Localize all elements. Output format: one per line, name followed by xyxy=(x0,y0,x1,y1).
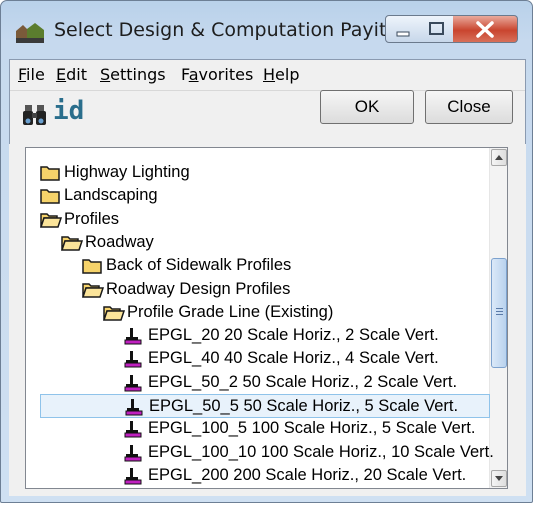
tree-node-label: EPGL_100_10 100 Scale Horiz., 10 Scale V… xyxy=(148,442,494,461)
grip-icon xyxy=(496,308,503,315)
menu-edit[interactable]: Edit xyxy=(56,65,87,84)
dialog-client: File Edit Settings Favorites Help id OK … xyxy=(9,59,526,496)
tree-node-label: Landscaping xyxy=(64,186,158,205)
maximize-button[interactable] xyxy=(420,15,454,43)
binoculars-icon[interactable] xyxy=(22,102,48,128)
tree-node-label: Roadway Design Profiles xyxy=(106,279,291,298)
menu-favorites[interactable]: Favorites xyxy=(181,65,253,84)
tree-node[interactable]: EPGL_50_5 50 Scale Horiz., 5 Scale Vert. xyxy=(40,394,490,418)
tree-node-label: EPGL_100_5 100 Scale Horiz., 5 Scale Ver… xyxy=(148,419,476,438)
payitem-icon xyxy=(124,420,142,444)
tree-node-label: EPGL_40 40 Scale Horiz., 4 Scale Vert. xyxy=(148,349,439,368)
dialog-window: Select Design & Computation Payite... Fi… xyxy=(0,0,533,503)
minimize-button[interactable] xyxy=(385,15,421,43)
toolbar: id OK Close xyxy=(10,90,525,140)
arrow-down-icon xyxy=(495,476,503,481)
menu-settings[interactable]: Settings xyxy=(100,65,166,84)
tree-node-label: Roadway xyxy=(85,232,154,251)
title-bar[interactable]: Select Design & Computation Payite... xyxy=(1,1,532,59)
folder-icon xyxy=(82,257,102,279)
arrow-up-icon xyxy=(495,155,503,160)
minimize-icon xyxy=(396,31,410,37)
close-window-button[interactable] xyxy=(453,15,518,43)
tree-node-label: Highway Lighting xyxy=(64,163,190,181)
maximize-icon xyxy=(429,22,444,35)
tree-node-label: EPGL_50_2 50 Scale Horiz., 2 Scale Vert. xyxy=(148,372,458,391)
tree-node-label: EPGL_50_5 50 Scale Horiz., 5 Scale Vert. xyxy=(149,397,459,415)
menu-bar: File Edit Settings Favorites Help xyxy=(10,60,525,91)
close-icon xyxy=(476,21,494,38)
payitem-icon xyxy=(124,327,142,351)
tree-node-label: Profiles xyxy=(64,209,120,228)
scrollbar-thumb[interactable] xyxy=(491,258,507,368)
id-label[interactable]: id xyxy=(53,96,84,126)
folder-icon xyxy=(40,164,60,186)
payitem-icon xyxy=(125,398,143,422)
folder-icon xyxy=(40,187,60,209)
folder-open-icon xyxy=(102,304,126,326)
ok-button[interactable]: OK xyxy=(320,90,414,124)
payitem-tree[interactable]: Highway Lighting Landscaping Profiles Roadw… xyxy=(25,147,508,489)
tree-node-label: EPGL_200 200 Scale Horiz., 20 Scale Vert… xyxy=(148,465,467,484)
app-icon xyxy=(16,23,44,43)
window-title: Select Design & Computation Payite... xyxy=(54,19,417,41)
menu-help[interactable]: Help xyxy=(263,65,299,84)
menu-file[interactable]: File xyxy=(18,65,45,84)
scroll-down-button[interactable] xyxy=(491,470,507,487)
scroll-up-button[interactable] xyxy=(491,149,507,166)
payitem-icon xyxy=(124,350,142,374)
folder-open-icon xyxy=(81,281,105,303)
payitem-icon xyxy=(124,444,142,468)
tree-panel: Highway Lighting Landscaping Profiles Roadw… xyxy=(9,144,526,496)
payitem-icon xyxy=(124,467,142,488)
folder-open-icon xyxy=(39,211,63,233)
tree-node-label: Profile Grade Line (Existing) xyxy=(127,302,334,321)
folder-open-icon xyxy=(60,234,84,256)
tree-node-label: EPGL_20 20 Scale Horiz., 2 Scale Vert. xyxy=(148,326,439,345)
close-button[interactable]: Close xyxy=(425,90,513,124)
tree-node-label: Back of Sidewalk Profiles xyxy=(106,256,292,275)
vertical-scrollbar[interactable] xyxy=(489,148,507,488)
